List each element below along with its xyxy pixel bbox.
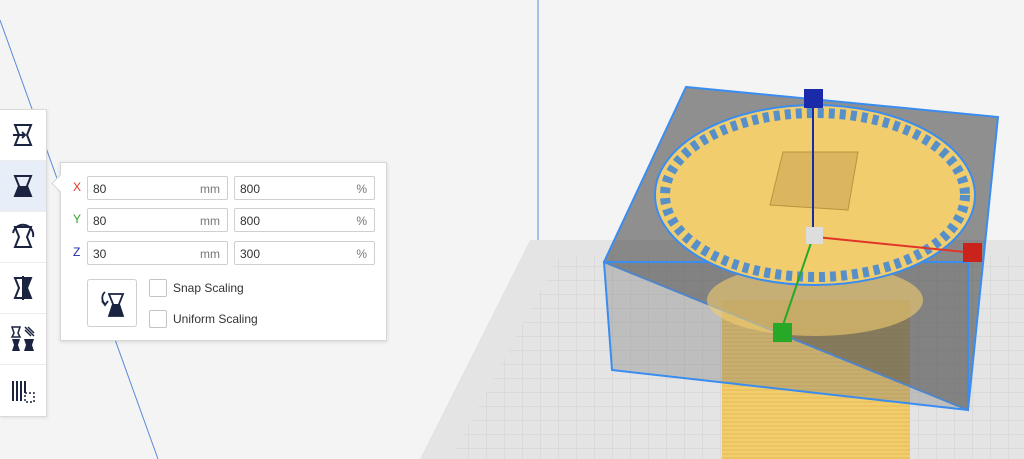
x-size-unit: mm [200,182,220,196]
z-percent-unit: % [356,247,367,261]
scale-panel: X 80 mm 800 % Y 80 mm 800 % Z 30 mm 300 … [51,162,387,341]
x-percent-field[interactable]: 800 % [234,176,375,200]
lay-flat-icon [101,291,125,317]
per-model-settings-button[interactable] [0,314,46,365]
mirror-tool-button[interactable] [0,263,46,314]
mirror-icon [13,276,33,300]
x-percent-unit: % [356,182,367,196]
rotate-tool-button[interactable] [0,212,46,263]
uniform-scaling-option[interactable]: Uniform Scaling [149,309,258,329]
x-size-field[interactable]: 80 mm [87,176,228,200]
scale-icon [13,175,33,197]
snap-scaling-checkbox[interactable] [149,279,167,297]
x-percent-value: 800 [240,182,261,196]
z-size-value: 30 [93,247,107,261]
snap-scaling-option[interactable]: Snap Scaling [149,278,244,298]
y-percent-unit: % [356,214,367,228]
y-size-field[interactable]: 80 mm [87,208,228,232]
support-blocker-button[interactable] [0,365,46,416]
y-size-value: 80 [93,214,107,228]
z-percent-field[interactable]: 300 % [234,241,375,265]
y-axis-handle[interactable] [773,323,792,342]
lay-flat-button[interactable] [87,279,137,327]
z-size-field[interactable]: 30 mm [87,241,228,265]
snap-scaling-label: Snap Scaling [173,281,244,295]
rotate-icon [12,223,35,248]
axis-label-x: X [73,180,82,194]
axis-label-y: Y [73,212,82,226]
uniform-scaling-checkbox[interactable] [149,310,167,328]
z-axis-handle[interactable] [804,89,823,108]
move-tool-button[interactable] [0,110,46,161]
y-percent-field[interactable]: 800 % [234,208,375,232]
center-handle[interactable] [806,227,823,244]
scale-row-x: X 80 mm 800 % [61,176,386,200]
scale-row-z: Z 30 mm 300 % [61,241,386,265]
z-size-unit: mm [200,247,220,261]
z-percent-value: 300 [240,247,261,261]
support-blocker-icon [12,380,35,403]
scale-tool-button[interactable] [0,161,46,212]
y-percent-value: 800 [240,214,261,228]
y-size-unit: mm [200,214,220,228]
per-model-settings-icon [10,326,35,351]
uniform-scaling-label: Uniform Scaling [173,312,258,326]
x-axis-handle[interactable] [963,243,982,262]
tool-toolbar [0,109,47,417]
x-size-value: 80 [93,182,107,196]
scale-row-y: Y 80 mm 800 % [61,208,386,232]
axis-label-z: Z [73,245,81,259]
move-icon [13,124,33,146]
